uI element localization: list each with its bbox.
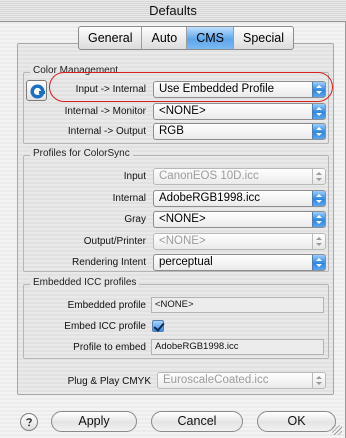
internal-monitor-value: <NONE> (159, 105, 206, 117)
updown-arrows-icon (312, 255, 325, 270)
cancel-button[interactable]: Cancel (151, 411, 243, 432)
embedded-title: Embedded ICC profiles (30, 277, 140, 288)
rendering-intent-label: Rendering Intent (72, 257, 146, 268)
help-icon (26, 418, 32, 427)
updown-arrows-icon (312, 124, 325, 139)
color-management-icon-graphic (30, 84, 45, 99)
updown-arrows-icon (312, 191, 325, 206)
apply-button[interactable]: Apply (51, 411, 137, 432)
tab-general[interactable]: General (79, 27, 143, 49)
defaults-window: Defaults General Auto CMS Special Color … (0, 0, 346, 438)
plug-play-cmyk-label: Plug & Play CMYK (67, 376, 151, 387)
profile-output-printer-label: Output/Printer (83, 236, 146, 247)
tab-cms[interactable]: CMS (187, 27, 234, 49)
internal-output-popup[interactable]: RGB (153, 123, 326, 140)
color-management-icon[interactable] (26, 80, 47, 101)
profile-gray-popup[interactable]: <NONE> (153, 211, 326, 228)
help-button[interactable] (20, 413, 38, 431)
profile-to-embed-field: AdobeRGB1998.icc (151, 339, 324, 355)
profile-input-label: Input (123, 171, 146, 182)
updown-arrows-icon (312, 212, 325, 227)
plug-play-cmyk-popup[interactable]: EuroscaleCoated.icc (157, 372, 326, 389)
internal-monitor-label: Internal -> Monitor (64, 106, 146, 117)
profile-input-value: CanonEOS 10D.icc (159, 170, 259, 182)
internal-output-label: Internal -> Output (67, 126, 146, 137)
tab-special[interactable]: Special (234, 27, 293, 49)
profile-internal-popup[interactable]: AdobeRGB1998.icc (153, 190, 326, 207)
window-title: Defaults (0, 0, 346, 22)
internal-monitor-popup[interactable]: <NONE> (153, 103, 326, 120)
profiles-title: Profiles for ColorSync (30, 148, 133, 159)
updown-arrows-icon (312, 234, 325, 249)
tab-bar: General Auto CMS Special (78, 26, 294, 50)
profile-gray-label: Gray (124, 214, 146, 225)
updown-arrows-icon (312, 373, 325, 388)
rendering-intent-popup[interactable]: perceptual (153, 254, 326, 271)
profile-to-embed-label: Profile to embed (73, 342, 146, 353)
ok-button[interactable]: OK (257, 411, 336, 432)
tab-auto[interactable]: Auto (142, 27, 188, 49)
highlight-annotation (49, 72, 333, 102)
resize-grip-icon[interactable] (332, 425, 342, 435)
rendering-intent-value: perceptual (159, 256, 213, 268)
embedded-profile-label: Embedded profile (67, 300, 146, 311)
embedded-profile-field: <NONE> (151, 297, 324, 313)
internal-output-value: RGB (159, 125, 184, 137)
profile-internal-value: AdobeRGB1998.icc (159, 192, 261, 204)
profile-output-printer-popup[interactable]: <NONE> (153, 233, 326, 250)
embed-icc-label: Embed ICC profile (64, 321, 146, 332)
embed-icc-checkbox[interactable] (152, 320, 164, 332)
profile-internal-label: Internal (112, 193, 146, 204)
profile-gray-value: <NONE> (159, 213, 206, 225)
updown-arrows-icon (312, 169, 325, 184)
profile-input-popup[interactable]: CanonEOS 10D.icc (153, 168, 326, 185)
profile-output-printer-value: <NONE> (159, 235, 206, 247)
updown-arrows-icon (312, 104, 325, 119)
plug-play-cmyk-value: EuroscaleCoated.icc (163, 374, 269, 386)
